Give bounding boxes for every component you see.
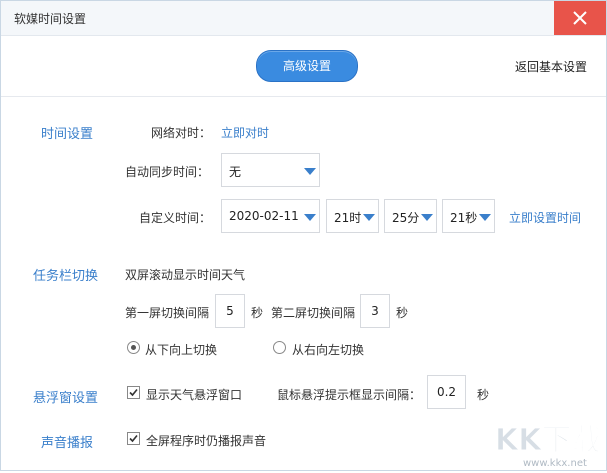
hour-value: 21时 — [334, 211, 362, 225]
second-value: 21秒 — [450, 211, 478, 225]
tooltip-interval-unit: 秒 — [477, 388, 490, 402]
dual-screen-label: 双屏滚动显示时间天气 — [125, 268, 246, 282]
auto-sync-value: 无 — [229, 165, 242, 179]
date-select[interactable]: 2020-02-11 — [221, 199, 320, 233]
back-to-basic-link[interactable]: 返回基本设置 — [515, 58, 587, 75]
tooltip-interval-input[interactable]: 0.2 — [427, 375, 466, 409]
show-weather-label[interactable]: 显示天气悬浮窗口 — [146, 386, 242, 403]
network-sync-label: 网络对时： — [151, 126, 212, 140]
second-interval-unit: 秒 — [396, 306, 409, 320]
chevron-down-icon — [421, 214, 433, 221]
section-float-title: 悬浮窗设置 — [33, 391, 99, 406]
second-interval-label: 第二屏切换间隔 — [271, 306, 356, 320]
fullscreen-sound-label[interactable]: 全屏程序时仍播报声音 — [146, 432, 266, 449]
toolbar: 高级设置 返回基本设置 — [1, 36, 606, 97]
minute-value: 25分 — [392, 211, 420, 225]
chevron-down-icon — [304, 168, 316, 175]
second-interval-input[interactable]: 3 — [360, 294, 390, 328]
watermark-icon: KK下载 www.kkx.net — [495, 423, 603, 470]
svg-text:KK下载: KK下载 — [495, 423, 601, 458]
advanced-settings-button[interactable]: 高级设置 — [256, 50, 358, 82]
show-weather-checkbox[interactable] — [127, 386, 140, 399]
settings-window: 软媒时间设置 高级设置 返回基本设置 时间设置 网络对时： 立即对时 自动同步时… — [0, 0, 607, 471]
minute-select[interactable]: 25分 — [384, 199, 437, 233]
first-interval-label: 第一屏切换间隔 — [125, 306, 210, 320]
hour-select[interactable]: 21时 — [326, 199, 379, 233]
close-icon — [573, 11, 587, 25]
chevron-down-icon — [363, 214, 375, 221]
checkmark-icon — [129, 388, 138, 397]
chevron-down-icon — [479, 214, 491, 221]
tooltip-interval-label: 鼠标悬浮提示框显示间隔： — [277, 388, 422, 402]
fullscreen-sound-checkbox[interactable] — [127, 432, 140, 445]
set-time-now-link[interactable]: 立即设置时间 — [509, 209, 581, 226]
section-sound-title: 声音播报 — [41, 436, 94, 451]
title-bar: 软媒时间设置 — [1, 1, 606, 36]
watermark-logo: KK下载 www.kkx.net — [489, 414, 603, 470]
svg-text:www.kkx.net: www.kkx.net — [523, 458, 587, 469]
radio-right-left-label[interactable]: 从右向左切换 — [292, 341, 364, 358]
second-select[interactable]: 21秒 — [442, 199, 495, 233]
chevron-down-icon — [304, 214, 316, 221]
close-button[interactable] — [554, 1, 606, 35]
tooltip-interval-value: 0.2 — [436, 385, 457, 399]
sync-now-link[interactable]: 立即对时 — [221, 124, 269, 141]
second-interval-value: 3 — [371, 304, 379, 318]
first-interval-value: 5 — [226, 304, 234, 318]
section-time-title: 时间设置 — [41, 127, 94, 142]
auto-sync-select[interactable]: 无 — [221, 153, 320, 187]
auto-sync-label: 自动同步时间： — [125, 165, 210, 179]
date-value: 2020-02-11 — [229, 209, 299, 223]
checkmark-icon — [129, 434, 138, 443]
window-title: 软媒时间设置 — [14, 12, 87, 26]
radio-right-left[interactable] — [273, 341, 286, 354]
radio-bottom-up-label[interactable]: 从下向上切换 — [145, 341, 217, 358]
section-taskbar-title: 任务栏切换 — [33, 269, 99, 284]
first-interval-input[interactable]: 5 — [215, 294, 245, 328]
first-interval-unit: 秒 — [251, 306, 264, 320]
custom-time-label: 自定义时间： — [139, 211, 212, 225]
radio-bottom-up[interactable] — [127, 341, 140, 354]
